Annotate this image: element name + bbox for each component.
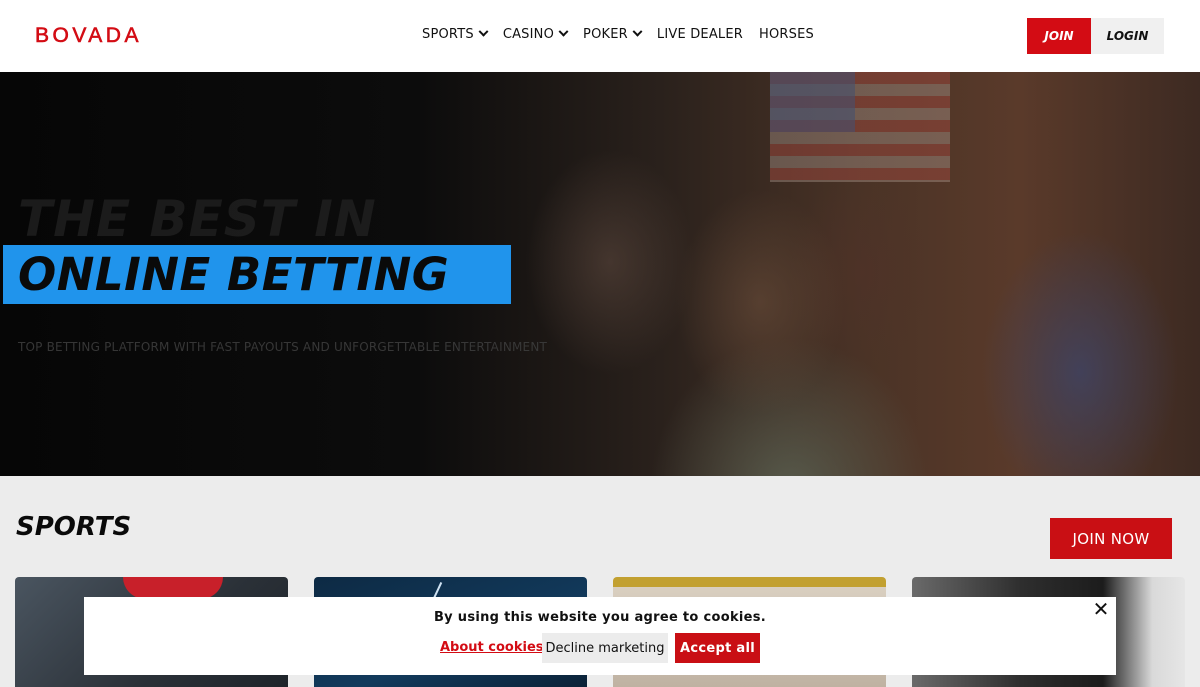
about-cookies-link[interactable]: About cookies — [440, 640, 544, 655]
cookie-message: By using this website you agree to cooki… — [433, 610, 767, 625]
join-button[interactable]: JOIN — [1027, 18, 1091, 54]
nav-item-poker[interactable]: POKER — [583, 26, 643, 42]
site-header: BOVADA SPORTS CASINO POKER LIVE DEALER H… — [0, 0, 1200, 72]
chevron-down-icon — [558, 26, 569, 37]
hero-subtitle: TOP BETTING PLATFORM WITH FAST PAYOUTS A… — [18, 340, 548, 354]
hero-background-flag-union — [770, 72, 855, 132]
hero-banner: THE BEST IN ONLINE BETTING TOP BETTING P… — [0, 72, 1200, 476]
nav-item-label: POKER — [583, 27, 628, 42]
nav-item-casino[interactable]: CASINO — [502, 26, 569, 42]
login-button[interactable]: LOGIN — [1091, 18, 1164, 54]
chevron-down-icon — [632, 26, 643, 37]
bovada-logo[interactable]: BOVADA — [35, 24, 142, 48]
join-now-button[interactable]: JOIN NOW — [1050, 518, 1172, 559]
nav-item-horses[interactable]: HORSES — [759, 27, 814, 42]
decline-marketing-button[interactable]: Decline marketing — [542, 633, 668, 663]
accept-all-button[interactable]: Accept all — [675, 633, 760, 663]
nav-item-label: SPORTS — [422, 27, 474, 42]
hero-title-line1: THE BEST IN — [18, 190, 377, 248]
hero-title-line2: ONLINE BETTING — [18, 248, 450, 301]
sports-section-title: SPORTS — [16, 512, 132, 542]
chevron-down-icon — [478, 26, 489, 37]
nav-item-live-dealer[interactable]: LIVE DEALER — [657, 27, 743, 42]
main-nav: SPORTS CASINO POKER LIVE DEALER HORSES — [422, 26, 830, 42]
nav-item-label: CASINO — [502, 27, 555, 42]
nav-item-sports[interactable]: SPORTS — [422, 26, 489, 42]
card-image-detail — [123, 577, 223, 599]
nav-item-label: HORSES — [759, 27, 814, 42]
close-icon[interactable]: ✕ — [1092, 599, 1110, 619]
cookie-banner: By using this website you agree to cooki… — [84, 597, 1116, 675]
nav-item-label: LIVE DEALER — [656, 27, 743, 42]
